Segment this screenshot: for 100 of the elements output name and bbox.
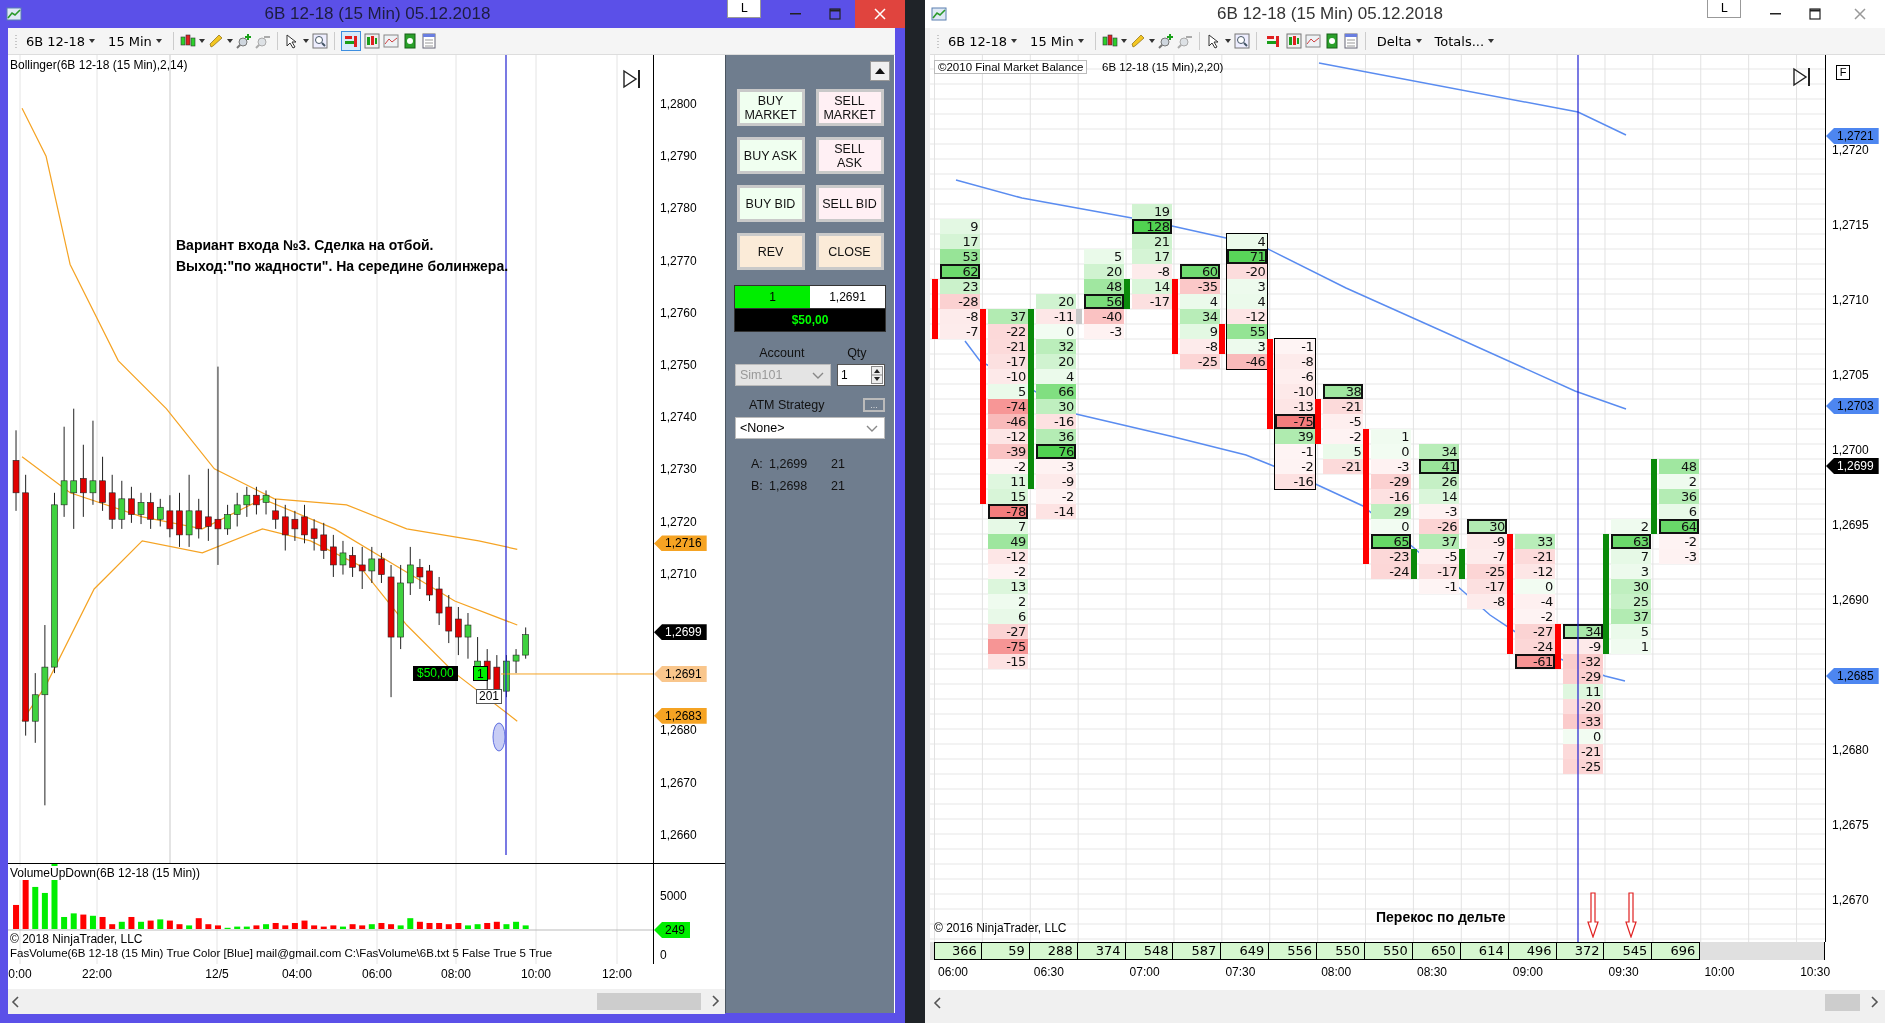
price-marker: 1,2703 — [1826, 398, 1879, 414]
time-tick-label: 10:30 — [1799, 965, 1832, 979]
candle — [281, 504, 289, 551]
table-icon[interactable] — [1342, 33, 1359, 49]
interval-dropdown[interactable]: 15 Min — [103, 31, 167, 51]
scrollbar-thumb[interactable] — [1825, 994, 1860, 1011]
candle — [320, 522, 328, 560]
time-tick-label: 09:00 — [1511, 965, 1544, 979]
line-chart-icon[interactable] — [1304, 33, 1321, 49]
position-quantity-label: 1 — [473, 665, 488, 681]
spinner-icon[interactable] — [871, 366, 883, 384]
line-chart-icon[interactable] — [382, 33, 399, 49]
price-tick-label: 1,2740 — [660, 410, 697, 425]
caret-icon[interactable] — [198, 39, 205, 43]
candle — [368, 546, 376, 584]
zoom-in-icon[interactable] — [1157, 33, 1174, 49]
total-cell: 59 — [981, 942, 1030, 960]
order-button[interactable]: REV — [736, 233, 805, 270]
price-tick-label: 1,2660 — [660, 827, 697, 842]
order-button[interactable]: SELL ASK — [815, 137, 884, 174]
chart-icon — [931, 6, 947, 22]
caret-icon[interactable] — [226, 39, 233, 43]
candles-icon[interactable] — [179, 33, 196, 49]
instrument-dropdown[interactable]: 6B 12-18 — [21, 31, 101, 51]
caret-icon[interactable] — [1148, 39, 1155, 43]
volume-bar — [407, 918, 414, 929]
order-button[interactable]: SELL MARKET — [815, 89, 884, 126]
candle — [378, 552, 385, 584]
delta-cell: -1 — [1275, 338, 1316, 354]
zoom-in-icon[interactable] — [235, 33, 252, 49]
candle — [99, 456, 106, 512]
caret-icon[interactable] — [302, 39, 309, 43]
skip-end-icon[interactable] — [1792, 67, 1812, 87]
annotation-text: Вариант входа №3. Сделка на отбой. — [176, 236, 434, 255]
quote-price: 1,2698 — [769, 479, 809, 493]
corner-button[interactable]: F — [1836, 65, 1850, 80]
total-cell: 372 — [1556, 942, 1605, 960]
interval-dropdown[interactable]: 15 Min — [1025, 31, 1089, 51]
caret-icon[interactable] — [1224, 39, 1231, 43]
scrollbar-thumb[interactable] — [597, 993, 701, 1010]
price-tick-label: 1,2690 — [1832, 593, 1869, 607]
copyright-text: © 2018 NinjaTrader, LLC — [10, 932, 143, 946]
quote-size: 21 — [831, 479, 845, 493]
instrument-dropdown[interactable]: 6B 12-18 — [943, 31, 1023, 51]
annotation-text: Выход:"по жадности". На середине болинжера. — [176, 257, 509, 276]
menu-dropdown[interactable]: Delta — [1371, 31, 1427, 51]
close-button[interactable] — [855, 0, 905, 28]
order-button[interactable]: CLOSE — [815, 233, 884, 270]
candle — [195, 498, 203, 539]
candle — [108, 474, 116, 530]
window-title: 6B 12-18 (15 Min) 05.12.2018 — [263, 4, 492, 24]
time-tick-label: 12:00 — [601, 967, 633, 981]
volume-bar — [359, 925, 366, 929]
search-icon[interactable] — [311, 33, 328, 49]
order-panel-icon[interactable] — [1264, 33, 1281, 49]
menu-dropdown[interactable]: Totals... — [1429, 31, 1500, 51]
candle — [339, 540, 347, 576]
candle — [128, 486, 135, 524]
scroll-up-button[interactable] — [870, 61, 890, 81]
volume-bar — [291, 923, 298, 929]
time-tick-label: 22:00 — [81, 967, 113, 981]
price-marker: 1,2716 — [654, 535, 707, 552]
order-button[interactable]: BUY BID — [736, 185, 805, 222]
candles-icon[interactable] — [1101, 33, 1118, 49]
candle — [272, 498, 279, 530]
order-button[interactable]: BUY ASK — [736, 137, 805, 174]
volume-tick-label: 0 — [660, 948, 667, 962]
close-icon[interactable] — [872, 6, 888, 22]
skip-end-icon[interactable] — [622, 69, 642, 89]
volume-bar — [41, 892, 48, 929]
caret-icon[interactable] — [1120, 39, 1127, 43]
chart-icon — [6, 6, 22, 22]
price-marker: 1,2683 — [654, 707, 707, 724]
order-button[interactable]: BUY MARKET — [736, 89, 805, 126]
horizontal-scrollbar[interactable] — [8, 989, 725, 1014]
bar-chart-icon[interactable] — [363, 33, 380, 49]
atm-strategy-dropdown[interactable]: <None> — [735, 417, 885, 439]
quantity-field[interactable]: 1 — [837, 364, 885, 386]
delta-cell: 48 — [1658, 458, 1699, 474]
price-marker: 1,2699 — [654, 624, 707, 641]
candle — [512, 648, 520, 674]
layout-button[interactable]: L — [1707, 0, 1741, 18]
maximize-icon — [1807, 6, 1823, 22]
order-button[interactable]: SELL BID — [815, 185, 884, 222]
layout-button[interactable]: L — [727, 0, 761, 18]
bar-chart-icon[interactable] — [1285, 33, 1302, 49]
total-cell: 696 — [1652, 942, 1701, 960]
price-tick-label: 1,2675 — [1832, 818, 1869, 832]
time-tick-label: 04:00 — [281, 967, 313, 981]
candle — [176, 492, 183, 548]
delta-cell: 33 — [1514, 533, 1555, 549]
volume-bar — [455, 923, 462, 929]
maximize-icon — [827, 6, 843, 22]
table-icon[interactable] — [420, 33, 437, 49]
search-icon[interactable] — [1233, 33, 1250, 49]
down-arrow-drawing — [1625, 892, 1637, 938]
money-icon[interactable] — [401, 33, 418, 49]
candle — [253, 486, 260, 515]
money-icon[interactable] — [1323, 33, 1340, 49]
time-tick-label: 08:00 — [1320, 965, 1353, 979]
